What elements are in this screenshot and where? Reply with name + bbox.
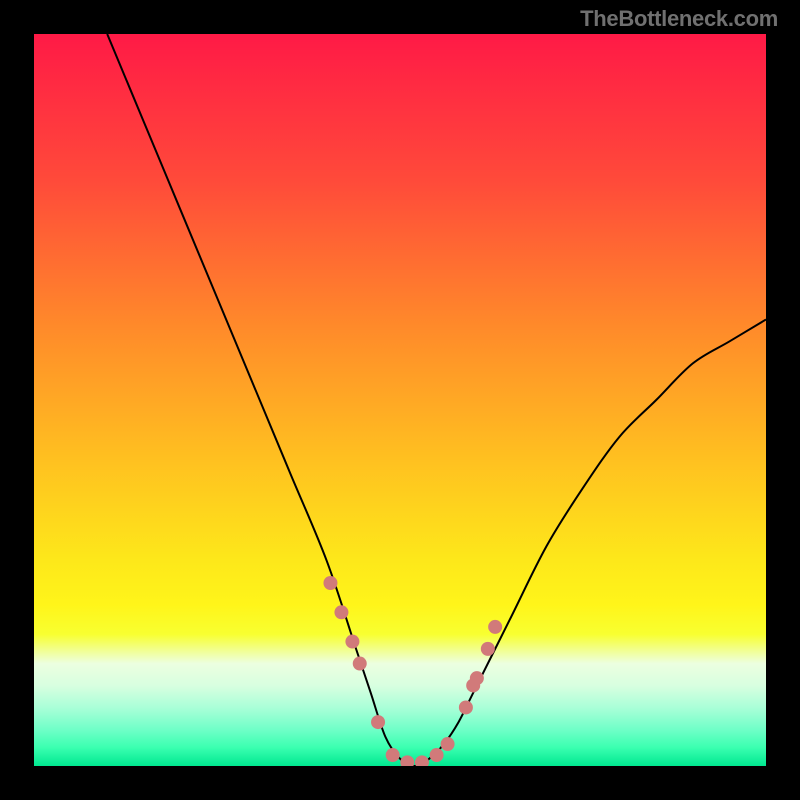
watermark-text: TheBottleneck.com <box>580 6 778 32</box>
highlight-point <box>488 620 502 634</box>
plot-area <box>34 34 766 766</box>
highlight-point <box>353 657 367 671</box>
highlight-point <box>481 642 495 656</box>
highlight-point <box>323 576 337 590</box>
highlight-point <box>334 605 348 619</box>
highlight-point <box>430 748 444 762</box>
highlight-point <box>470 671 484 685</box>
highlight-point <box>371 715 385 729</box>
chart-svg <box>34 34 766 766</box>
highlight-point <box>441 737 455 751</box>
chart-frame: TheBottleneck.com <box>0 0 800 800</box>
highlight-point <box>459 700 473 714</box>
highlight-point <box>345 635 359 649</box>
highlight-point <box>386 748 400 762</box>
